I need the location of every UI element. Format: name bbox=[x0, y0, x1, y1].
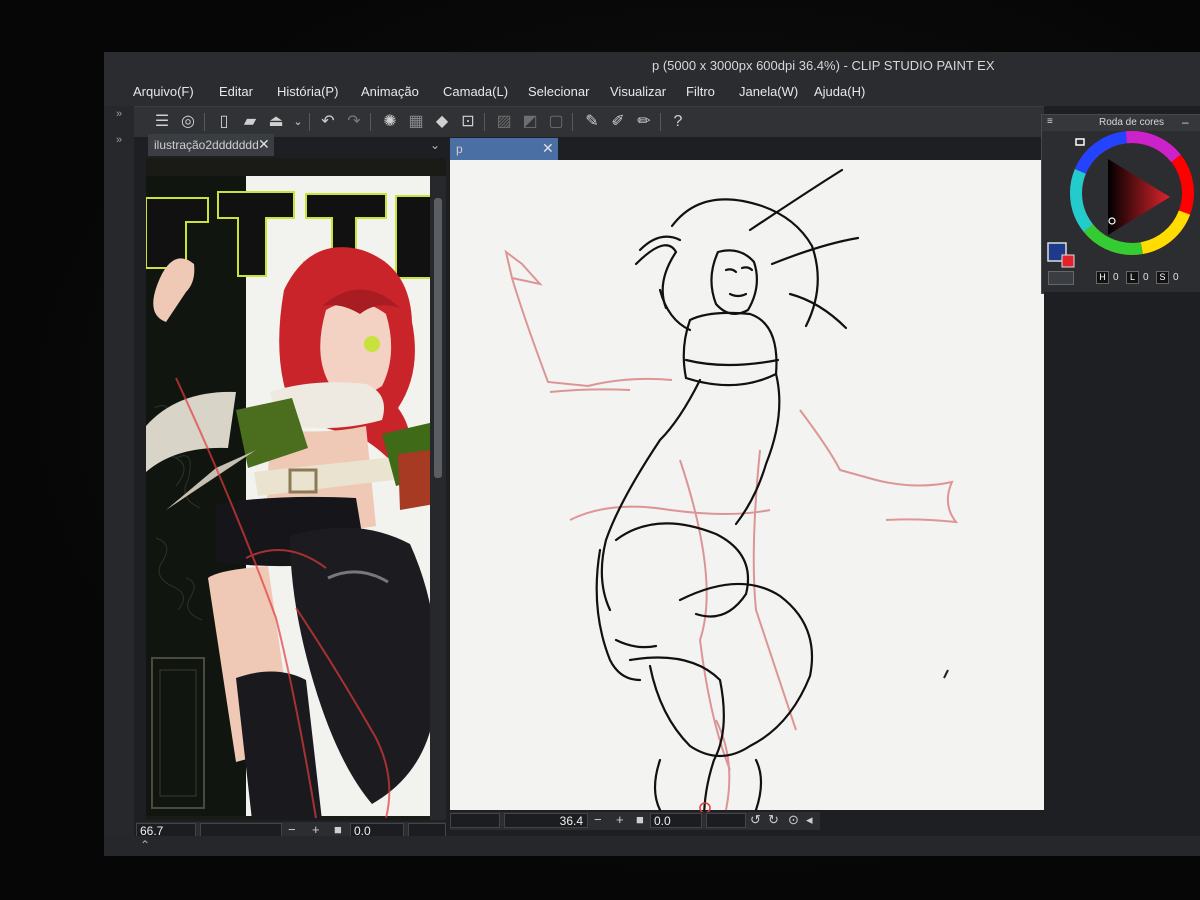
toolbar-divider bbox=[572, 113, 573, 131]
clip-studio-window: p (5000 x 3000px 600dpi 36.4%) - CLIP ST… bbox=[104, 52, 1200, 856]
tab-left-canvas[interactable]: ilustração2ddddddd ✕ bbox=[148, 134, 274, 156]
menu-historia[interactable]: História(P) bbox=[277, 84, 338, 99]
color-wheel-panel: Roda de cores – ≡ H0 L0 S0 bbox=[1041, 114, 1200, 294]
zoom-out-button[interactable]: − bbox=[288, 822, 296, 837]
pen-icon[interactable]: ✎ bbox=[582, 112, 602, 132]
toolbar-divider bbox=[204, 113, 205, 131]
fit-view-icon[interactable]: ■ bbox=[334, 822, 342, 837]
fill-icon[interactable]: ◆ bbox=[432, 112, 452, 132]
zoom-in-button[interactable]: + bbox=[616, 812, 624, 827]
menu-arquivo[interactable]: Arquivo(F) bbox=[133, 84, 194, 99]
right-dock-area bbox=[1044, 292, 1200, 852]
menu-visualizar[interactable]: Visualizar bbox=[610, 84, 666, 99]
tab-right-label: p bbox=[456, 142, 463, 156]
minimize-icon[interactable]: – bbox=[1182, 115, 1189, 129]
help-icon[interactable]: ? bbox=[668, 112, 688, 132]
menu-editar[interactable]: Editar bbox=[219, 84, 253, 99]
loading-icon[interactable]: ✺ bbox=[380, 112, 400, 132]
hue-readout: H0 bbox=[1096, 271, 1119, 284]
rotation-field[interactable]: 0.0 bbox=[650, 813, 702, 828]
color-wheel-title: Roda de cores bbox=[1099, 117, 1165, 128]
menu-animacao[interactable]: Animação bbox=[361, 84, 419, 99]
left-canvas-pane bbox=[146, 158, 446, 820]
rotate-right-icon[interactable]: ↻ bbox=[768, 812, 779, 828]
open-file-icon[interactable]: ▰ bbox=[240, 112, 260, 132]
value-readout: S0 bbox=[1156, 271, 1179, 284]
zoom-out-button[interactable]: − bbox=[594, 812, 602, 827]
reference-artwork[interactable] bbox=[146, 158, 446, 820]
show-selection-icon[interactable]: ▢ bbox=[546, 112, 566, 132]
brush-icon[interactable]: ✏ bbox=[634, 112, 654, 132]
pencil-icon[interactable]: ✐ bbox=[608, 112, 628, 132]
chevron-down-icon[interactable]: ⌄ bbox=[288, 112, 308, 132]
right-status-bar: 36.4 − + ■ 0.0 ↺ ↻ ⊙ ◂ bbox=[450, 812, 820, 830]
rotation-slider[interactable] bbox=[706, 813, 746, 828]
color-mode-toggle[interactable] bbox=[1048, 271, 1074, 285]
menu-ajuda[interactable]: Ajuda(H) bbox=[814, 84, 865, 99]
undo-icon[interactable]: ↶ bbox=[318, 112, 338, 132]
close-icon[interactable]: ✕ bbox=[542, 140, 554, 157]
toolbar-divider bbox=[660, 113, 661, 131]
tabs-dropdown-icon[interactable]: ⌄ bbox=[430, 138, 440, 152]
expand-dock-icon[interactable]: » bbox=[116, 108, 122, 120]
clear-icon[interactable]: ▦ bbox=[406, 112, 426, 132]
invert-selection-icon[interactable]: ◩ bbox=[520, 112, 540, 132]
left-dock-strip: » » bbox=[104, 106, 134, 856]
close-icon[interactable]: ✕ bbox=[258, 136, 270, 153]
menu-selecionar[interactable]: Selecionar bbox=[528, 84, 589, 99]
window-title: p (5000 x 3000px 600dpi 36.4%) - CLIP ST… bbox=[652, 58, 995, 73]
menu-camada[interactable]: Camada(L) bbox=[443, 84, 508, 99]
save-icon[interactable]: ⏏ bbox=[266, 112, 286, 132]
clip-studio-icon[interactable]: ◎ bbox=[178, 112, 198, 132]
tab-right-canvas[interactable]: p ✕ bbox=[450, 138, 558, 160]
flip-horizontal-icon[interactable]: ◂ bbox=[806, 812, 813, 828]
command-bar: ☰ ◎ ▯ ▰ ⏏ ⌄ ↶ ↷ ✺ ▦ ◆ ⊡ ▨ ◩ ▢ ✎ ✐ ✏ ? bbox=[104, 106, 1044, 137]
tab-left-label: ilustração2ddddddd bbox=[154, 138, 259, 152]
bottom-bar: ⌃ bbox=[104, 836, 1200, 856]
menu-janela[interactable]: Janela(W) bbox=[739, 84, 798, 99]
rotate-left-icon[interactable]: ↺ bbox=[750, 812, 761, 828]
zoom-slider[interactable] bbox=[450, 813, 500, 828]
deselect-icon[interactable]: ▨ bbox=[494, 112, 514, 132]
panel-menu-icon[interactable]: ≡ bbox=[1047, 116, 1053, 127]
zoom-in-button[interactable]: + bbox=[312, 822, 320, 837]
toolbar-divider bbox=[370, 113, 371, 131]
menu-icon[interactable]: ☰ bbox=[152, 112, 172, 132]
toolbar-divider bbox=[484, 113, 485, 131]
saturation-readout: L0 bbox=[1126, 271, 1149, 284]
expand-panel-icon[interactable]: ⌃ bbox=[140, 838, 150, 852]
color-wheel-header: Roda de cores – ≡ bbox=[1042, 115, 1200, 131]
title-bar: p (5000 x 3000px 600dpi 36.4%) - CLIP ST… bbox=[104, 52, 1200, 78]
transform-icon[interactable]: ⊡ bbox=[458, 112, 478, 132]
color-wheel[interactable] bbox=[1042, 131, 1200, 271]
toolbar-divider bbox=[309, 113, 310, 131]
menu-filtro[interactable]: Filtro bbox=[686, 84, 715, 99]
redo-icon[interactable]: ↷ bbox=[344, 112, 364, 132]
reset-rotation-icon[interactable]: ⊙ bbox=[788, 812, 799, 828]
menu-bar: Arquivo(F) Editar História(P) Animação C… bbox=[104, 78, 1200, 106]
expand-dock-icon[interactable]: » bbox=[116, 134, 122, 146]
zoom-field[interactable]: 36.4 bbox=[504, 813, 588, 828]
fit-view-icon[interactable]: ■ bbox=[636, 812, 644, 827]
new-file-icon[interactable]: ▯ bbox=[214, 112, 234, 132]
